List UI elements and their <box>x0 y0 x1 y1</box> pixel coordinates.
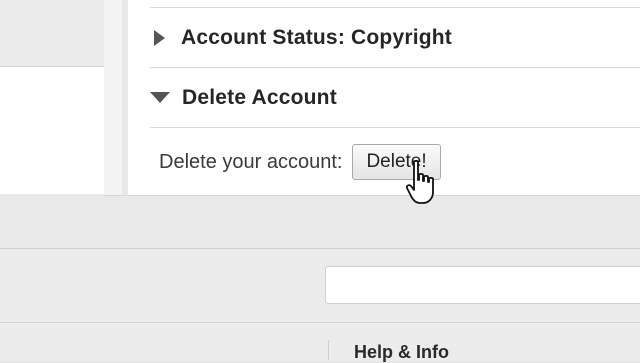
delete-account-label: Delete your account: <box>159 150 343 173</box>
triangle-right-icon <box>154 29 165 46</box>
search-input[interactable] <box>325 266 640 304</box>
footer-divider <box>0 322 640 323</box>
section-delete-account[interactable]: Delete Account <box>150 68 640 128</box>
triangle-down-icon <box>150 92 170 103</box>
delete-account-row: Delete your account: Delete! <box>159 144 441 180</box>
section-title-account-status: Account Status: Copyright <box>181 25 452 49</box>
hand-pointer-icon <box>406 160 434 204</box>
footer-band <box>0 248 640 361</box>
section-title-delete-account: Delete Account <box>182 85 337 109</box>
section-account-status[interactable]: Account Status: Copyright <box>150 7 640 68</box>
left-content-strip <box>0 67 104 194</box>
footer-column-divider <box>328 340 329 360</box>
left-header-strip <box>0 0 106 67</box>
